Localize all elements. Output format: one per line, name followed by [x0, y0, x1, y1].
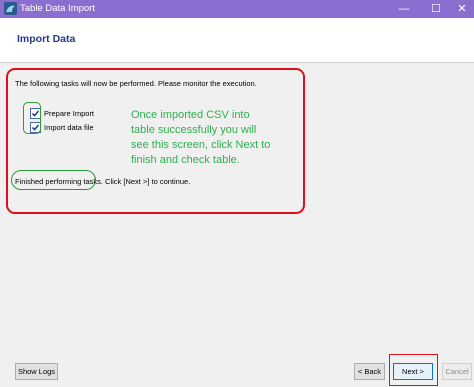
page-title: Import Data	[17, 33, 76, 45]
close-button[interactable]: ✕	[448, 0, 474, 18]
green-highlight-checkboxes	[23, 102, 41, 134]
back-button[interactable]: < Back	[354, 363, 385, 380]
maximize-button[interactable]: ☐	[422, 0, 450, 18]
red-highlight-next	[389, 354, 438, 386]
show-logs-button[interactable]: Show Logs	[15, 363, 58, 380]
cancel-button[interactable]: Cancel	[442, 363, 472, 380]
green-highlight-status	[11, 170, 96, 190]
window-title: Table Data Import	[20, 3, 95, 14]
title-bar: Table Data Import — ☐ ✕	[0, 0, 474, 18]
app-icon	[4, 2, 17, 15]
minimize-button[interactable]: —	[390, 0, 418, 18]
instruction-annotation: Once imported CSV into table successfull…	[131, 109, 271, 166]
